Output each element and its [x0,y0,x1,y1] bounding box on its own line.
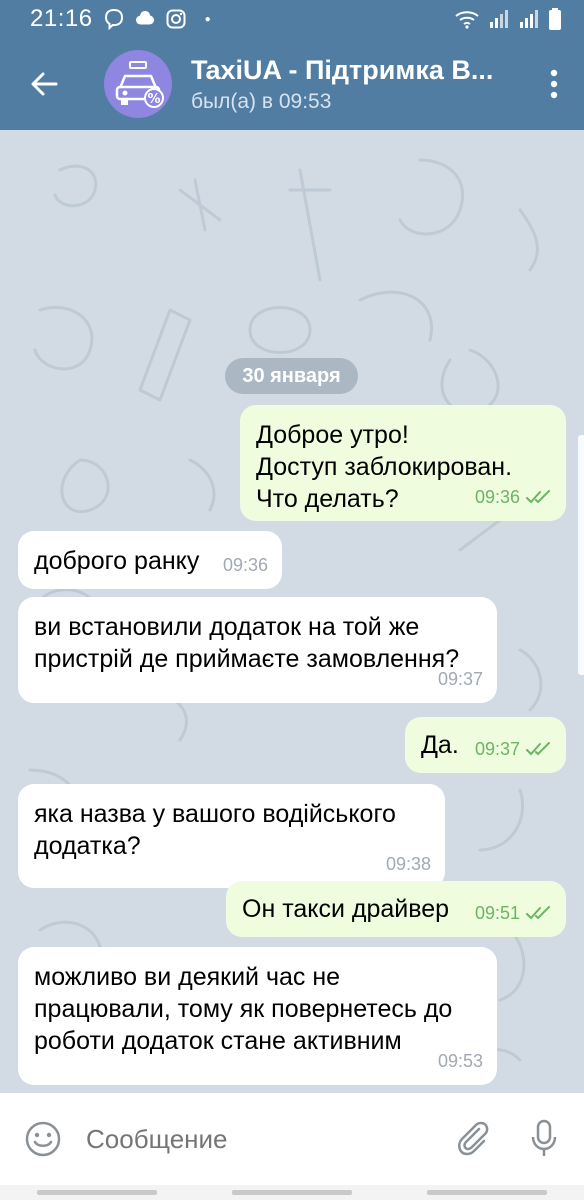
chat-header: % TaxiUA - Підтримка В... был(а) в 09:53 [0,38,584,130]
message-bubble-outgoing[interactable]: Да. 09:37 [405,717,566,773]
svg-text:%: % [147,92,160,107]
wifi-icon [455,11,479,29]
message-time: 09:53 [437,1051,483,1071]
smiley-icon [25,1121,61,1157]
voice-record-button[interactable] [504,1093,584,1185]
message-meta: 09:53 [438,1045,483,1077]
message-bubble-incoming[interactable]: ви встановили додаток на той же пристрій… [18,597,497,703]
chat-title-area[interactable]: TaxiUA - Підтримка В... был(а) в 09:53 [191,55,524,114]
message-time: 09:38 [385,854,431,874]
message-text: можливо ви деякий час не працювали, тому… [34,963,453,1055]
more-menu-button[interactable] [524,38,584,130]
avatar[interactable]: % [104,50,172,118]
message-bubble-incoming[interactable]: яка назва у вашого водійського додатка? … [18,784,445,888]
message-meta: 09:36 [475,481,552,513]
message-bubble-incoming[interactable]: доброго ранку 09:36 [18,531,282,589]
instagram-icon [166,9,186,29]
message-text: ви встановили додаток на той же пристрій… [34,613,460,673]
message-time: 09:51 [474,903,520,923]
taxi-car-icon: % [115,61,164,108]
message-time: 09:37 [437,669,483,689]
message-time: 09:36 [222,555,268,575]
more-vertical-icon [550,69,558,99]
message-list[interactable]: 30 января Доброе утро! Доступ заблокиров… [0,130,584,1093]
message-composer [0,1093,584,1185]
message-meta: 09:51 [475,897,552,929]
emoji-button[interactable] [0,1093,86,1185]
message-meta: 09:37 [438,663,483,695]
system-nav-bar [0,1185,584,1200]
message-text: яка назва у вашого водійського додатка? [34,800,396,860]
chat-title: TaxiUA - Підтримка В... [191,54,494,85]
message-meta: 09:36 [223,549,268,581]
microphone-icon [531,1119,557,1156]
message-meta: 09:37 [475,733,552,765]
paperclip-icon [458,1121,489,1156]
attach-button[interactable] [442,1093,504,1185]
signal-icon [490,10,508,28]
viber-icon [104,8,123,30]
message-input[interactable] [86,1123,442,1155]
status-time: 21:16 [30,5,93,32]
double-check-icon [526,490,550,504]
message-bubble-outgoing[interactable]: Доброе утро! Доступ заблокирован. Что де… [240,405,566,521]
messenger-icon [135,11,154,25]
message-bubble-outgoing[interactable]: Он такси драйвер 09:51 [226,881,566,937]
battery-icon [549,8,561,30]
double-check-icon [526,906,550,920]
back-button[interactable] [0,38,88,130]
status-bar: 21:16 ● [0,0,584,38]
message-meta: 09:38 [386,848,431,880]
scrollbar[interactable] [578,435,584,675]
message-time: 09:37 [474,739,520,759]
nav-back-button[interactable] [426,1190,547,1195]
double-check-icon [526,742,550,756]
notification-dot: ● [204,13,211,25]
message-time: 09:36 [474,487,520,507]
message-bubble-incoming[interactable]: можливо ви деякий час не працювали, тому… [18,947,497,1085]
last-seen-status: был(а) в 09:53 [191,89,332,113]
date-separator: 30 января [225,358,358,394]
nav-home-button[interactable] [231,1190,352,1195]
signal-icon [520,10,538,28]
back-arrow-icon [31,72,58,96]
nav-recent-button[interactable] [37,1190,158,1195]
